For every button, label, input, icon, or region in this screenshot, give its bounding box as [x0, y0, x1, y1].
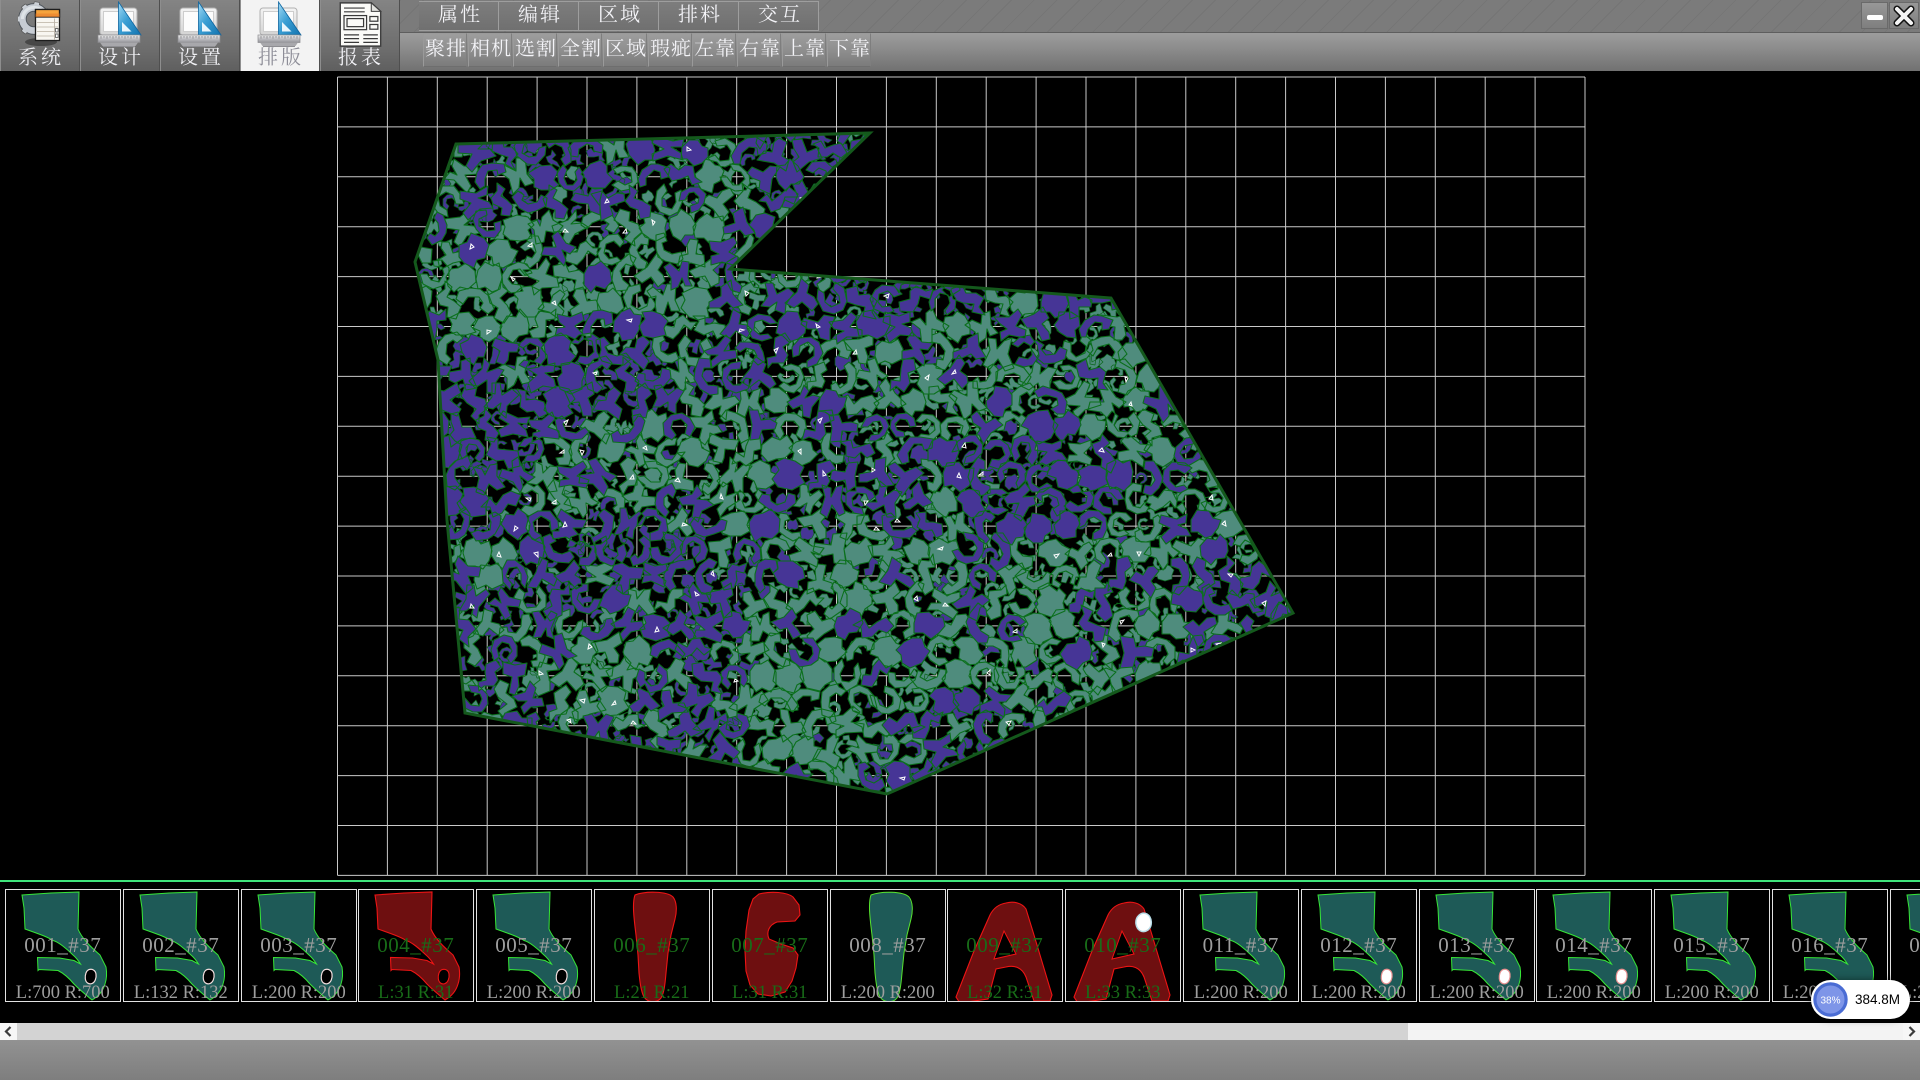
svg-text:38%: 38% — [1820, 996, 1840, 1007]
